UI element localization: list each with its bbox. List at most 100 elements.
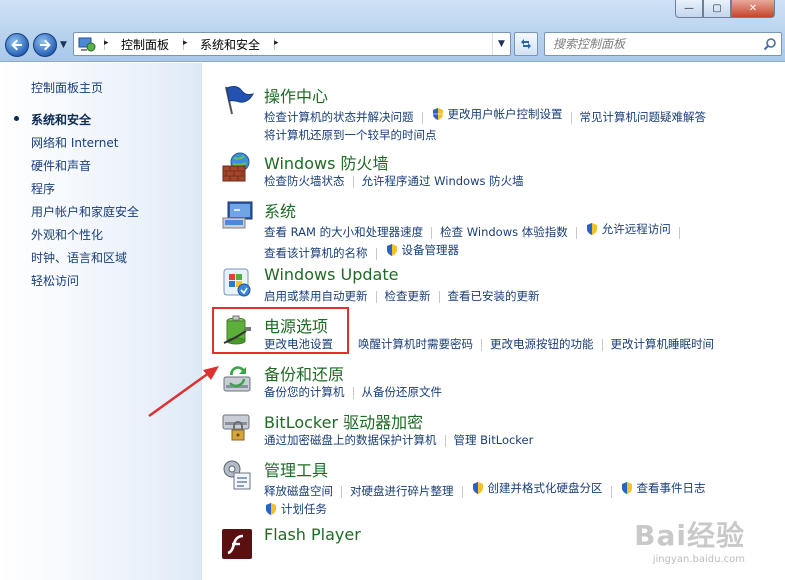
link-wake-password[interactable]: 唤醒计算机时需要密码 xyxy=(358,335,473,353)
shield-icon xyxy=(621,482,632,494)
link-disk-cleanup[interactable]: 释放磁盘空间 xyxy=(264,482,333,500)
sidebar-item-appearance[interactable]: 外观和个性化 xyxy=(31,226,103,243)
sidebar-item-user-accounts[interactable]: 用户帐户和家庭安全 xyxy=(31,203,139,220)
sidebar-item-network[interactable]: 网络和 Internet xyxy=(31,134,118,151)
link-label: 查看事件日志 xyxy=(636,481,706,495)
system-icon xyxy=(222,201,253,229)
category-links: 检查防火墙状态 允许程序通过 Windows 防火墙 xyxy=(264,172,774,190)
sidebar-item-system-security[interactable]: 系统和安全 xyxy=(31,111,91,128)
breadcrumb-label: 系统和安全 xyxy=(200,37,261,52)
link-encrypt-disk[interactable]: 通过加密磁盘上的数据保护计算机 xyxy=(264,431,437,449)
link-backup-computer[interactable]: 备份您的计算机 xyxy=(264,383,345,401)
link-restore-point[interactable]: 将计算机还原到一个较早的时间点 xyxy=(264,126,437,144)
bitlocker-icon xyxy=(222,414,250,441)
category-links: 备份您的计算机 从备份还原文件 xyxy=(264,383,774,401)
watermark-brand: Bai xyxy=(634,519,687,552)
link-label: 允许远程访问 xyxy=(601,222,671,236)
breadcrumb-label: 控制面板 xyxy=(121,37,170,52)
search-box[interactable] xyxy=(544,32,782,56)
minimize-button[interactable]: — xyxy=(675,0,703,18)
link-ram-speed[interactable]: 查看 RAM 的大小和处理器速度 xyxy=(264,223,423,241)
link-experience-index[interactable]: 检查 Windows 体验指数 xyxy=(440,223,568,241)
link-label: 计划任务 xyxy=(281,502,327,516)
link-power-button[interactable]: 更改电源按钮的功能 xyxy=(490,335,594,353)
link-sleep-time[interactable]: 更改计算机睡眠时间 xyxy=(611,335,715,353)
category-title[interactable]: Flash Player xyxy=(264,525,361,544)
link-scheduled-tasks[interactable]: 计划任务 xyxy=(264,500,327,518)
category-title[interactable]: 管理工具 xyxy=(264,457,328,481)
sidebar-item-clock-region[interactable]: 时钟、语言和区域 xyxy=(31,249,127,266)
arrow-left-icon xyxy=(11,39,22,51)
window-controls: — ▢ ✕ xyxy=(675,0,775,18)
sidebar-item-ease-of-access[interactable]: 轻松访问 xyxy=(31,272,79,289)
link-label: 设备管理器 xyxy=(401,243,460,257)
sidebar-item-programs[interactable]: 程序 xyxy=(31,180,55,197)
sidebar-item-hardware-sound[interactable]: 硬件和声音 xyxy=(31,157,91,174)
link-troubleshoot[interactable]: 常见计算机问题疑难解答 xyxy=(580,108,707,126)
category-links: 查看 RAM 的大小和处理器速度 检查 Windows 体验指数 允许远程访问 查看… xyxy=(264,220,774,262)
link-create-partition[interactable]: 创建并格式化硬盘分区 xyxy=(471,479,603,497)
windows-update-icon xyxy=(223,268,251,297)
navigation-pane: 控制面板主页 系统和安全 网络和 Internet 硬件和声音 程序 用户帐户和… xyxy=(0,63,202,580)
current-item-bullet xyxy=(14,116,19,121)
flash-player-icon xyxy=(222,529,252,559)
refresh-icon xyxy=(521,39,531,49)
link-label: 创建并格式化硬盘分区 xyxy=(487,481,603,495)
flag-icon xyxy=(225,86,254,115)
firewall-icon xyxy=(222,152,250,182)
link-remote-access[interactable]: 允许远程访问 xyxy=(585,220,671,238)
link-manage-bitlocker[interactable]: 管理 BitLocker xyxy=(454,431,534,449)
shield-icon xyxy=(386,244,397,256)
backup-icon xyxy=(223,366,251,392)
breadcrumb-system-security[interactable]: 系统和安全 ▸ xyxy=(192,36,283,53)
watermark-url: jingyan.baidu.com xyxy=(652,554,745,565)
forward-button[interactable] xyxy=(33,33,57,57)
link-restore-files[interactable]: 从备份还原文件 xyxy=(362,383,443,401)
category-title[interactable]: 操作中心 xyxy=(264,83,328,107)
shield-icon xyxy=(432,108,443,120)
link-allow-program[interactable]: 允许程序通过 Windows 防火墙 xyxy=(362,172,524,190)
link-firewall-status[interactable]: 检查防火墙状态 xyxy=(264,172,345,190)
close-button[interactable]: ✕ xyxy=(731,0,775,18)
search-icon[interactable] xyxy=(763,37,777,51)
link-check-status[interactable]: 检查计算机的状态并解决问题 xyxy=(264,108,414,126)
category-links: 检查计算机的状态并解决问题 更改用户帐户控制设置 常见计算机问题疑难解答 将计算机还… xyxy=(264,105,774,144)
link-device-manager[interactable]: 设备管理器 xyxy=(385,241,460,259)
breadcrumb-control-panel[interactable]: 控制面板 ▸ xyxy=(113,36,192,53)
link-label: 更改用户帐户控制设置 xyxy=(447,107,563,121)
address-bar[interactable]: ▸ 控制面板 ▸ 系统和安全 ▸ ▼ xyxy=(73,32,511,56)
shield-icon xyxy=(472,482,483,494)
breadcrumb-separator[interactable]: ▸ xyxy=(96,38,113,50)
sidebar-item-home[interactable]: 控制面板主页 xyxy=(31,79,103,96)
power-options-highlight xyxy=(212,307,349,354)
link-uac-settings[interactable]: 更改用户帐户控制设置 xyxy=(431,105,563,123)
search-input[interactable] xyxy=(545,33,755,55)
arrow-annotation-icon xyxy=(148,366,219,418)
shield-icon xyxy=(586,223,597,235)
category-links: 启用或禁用自动更新 检查更新 查看已安装的更新 xyxy=(264,287,774,305)
maximize-button[interactable]: ▢ xyxy=(703,0,731,18)
shield-icon xyxy=(266,503,276,515)
category-title[interactable]: Windows Update xyxy=(264,265,398,284)
address-history-dropdown[interactable]: ▼ xyxy=(492,33,510,55)
admin-tools-icon xyxy=(223,460,251,490)
link-computer-name[interactable]: 查看该计算机的名称 xyxy=(264,244,368,262)
category-title[interactable]: BitLocker 驱动器加密 xyxy=(264,409,423,433)
back-button[interactable] xyxy=(5,33,29,57)
baidu-watermark: Bai经验 jingyan.baidu.com xyxy=(634,514,745,565)
link-defragment[interactable]: 对硬盘进行碎片整理 xyxy=(350,482,454,500)
arrow-right-icon xyxy=(40,39,51,51)
recent-pages-dropdown[interactable]: ▼ xyxy=(60,40,67,50)
category-title[interactable]: 备份和还原 xyxy=(264,361,344,385)
category-links: 通过加密磁盘上的数据保护计算机 管理 BitLocker xyxy=(264,431,774,449)
link-check-updates[interactable]: 检查更新 xyxy=(385,287,431,305)
link-event-log[interactable]: 查看事件日志 xyxy=(620,479,706,497)
link-installed-updates[interactable]: 查看已安装的更新 xyxy=(448,287,540,305)
title-bar: — ▢ ✕ ▼ ▸ 控制面板 ▸ 系统和安全 ▸ ▼ xyxy=(0,0,785,62)
category-title[interactable]: 系统 xyxy=(264,198,296,222)
category-title[interactable]: Windows 防火墙 xyxy=(264,150,389,174)
watermark-brand-suffix: 经验 xyxy=(686,519,745,552)
link-auto-update[interactable]: 启用或禁用自动更新 xyxy=(264,287,368,305)
refresh-button[interactable] xyxy=(514,32,538,56)
control-panel-icon xyxy=(78,37,96,52)
